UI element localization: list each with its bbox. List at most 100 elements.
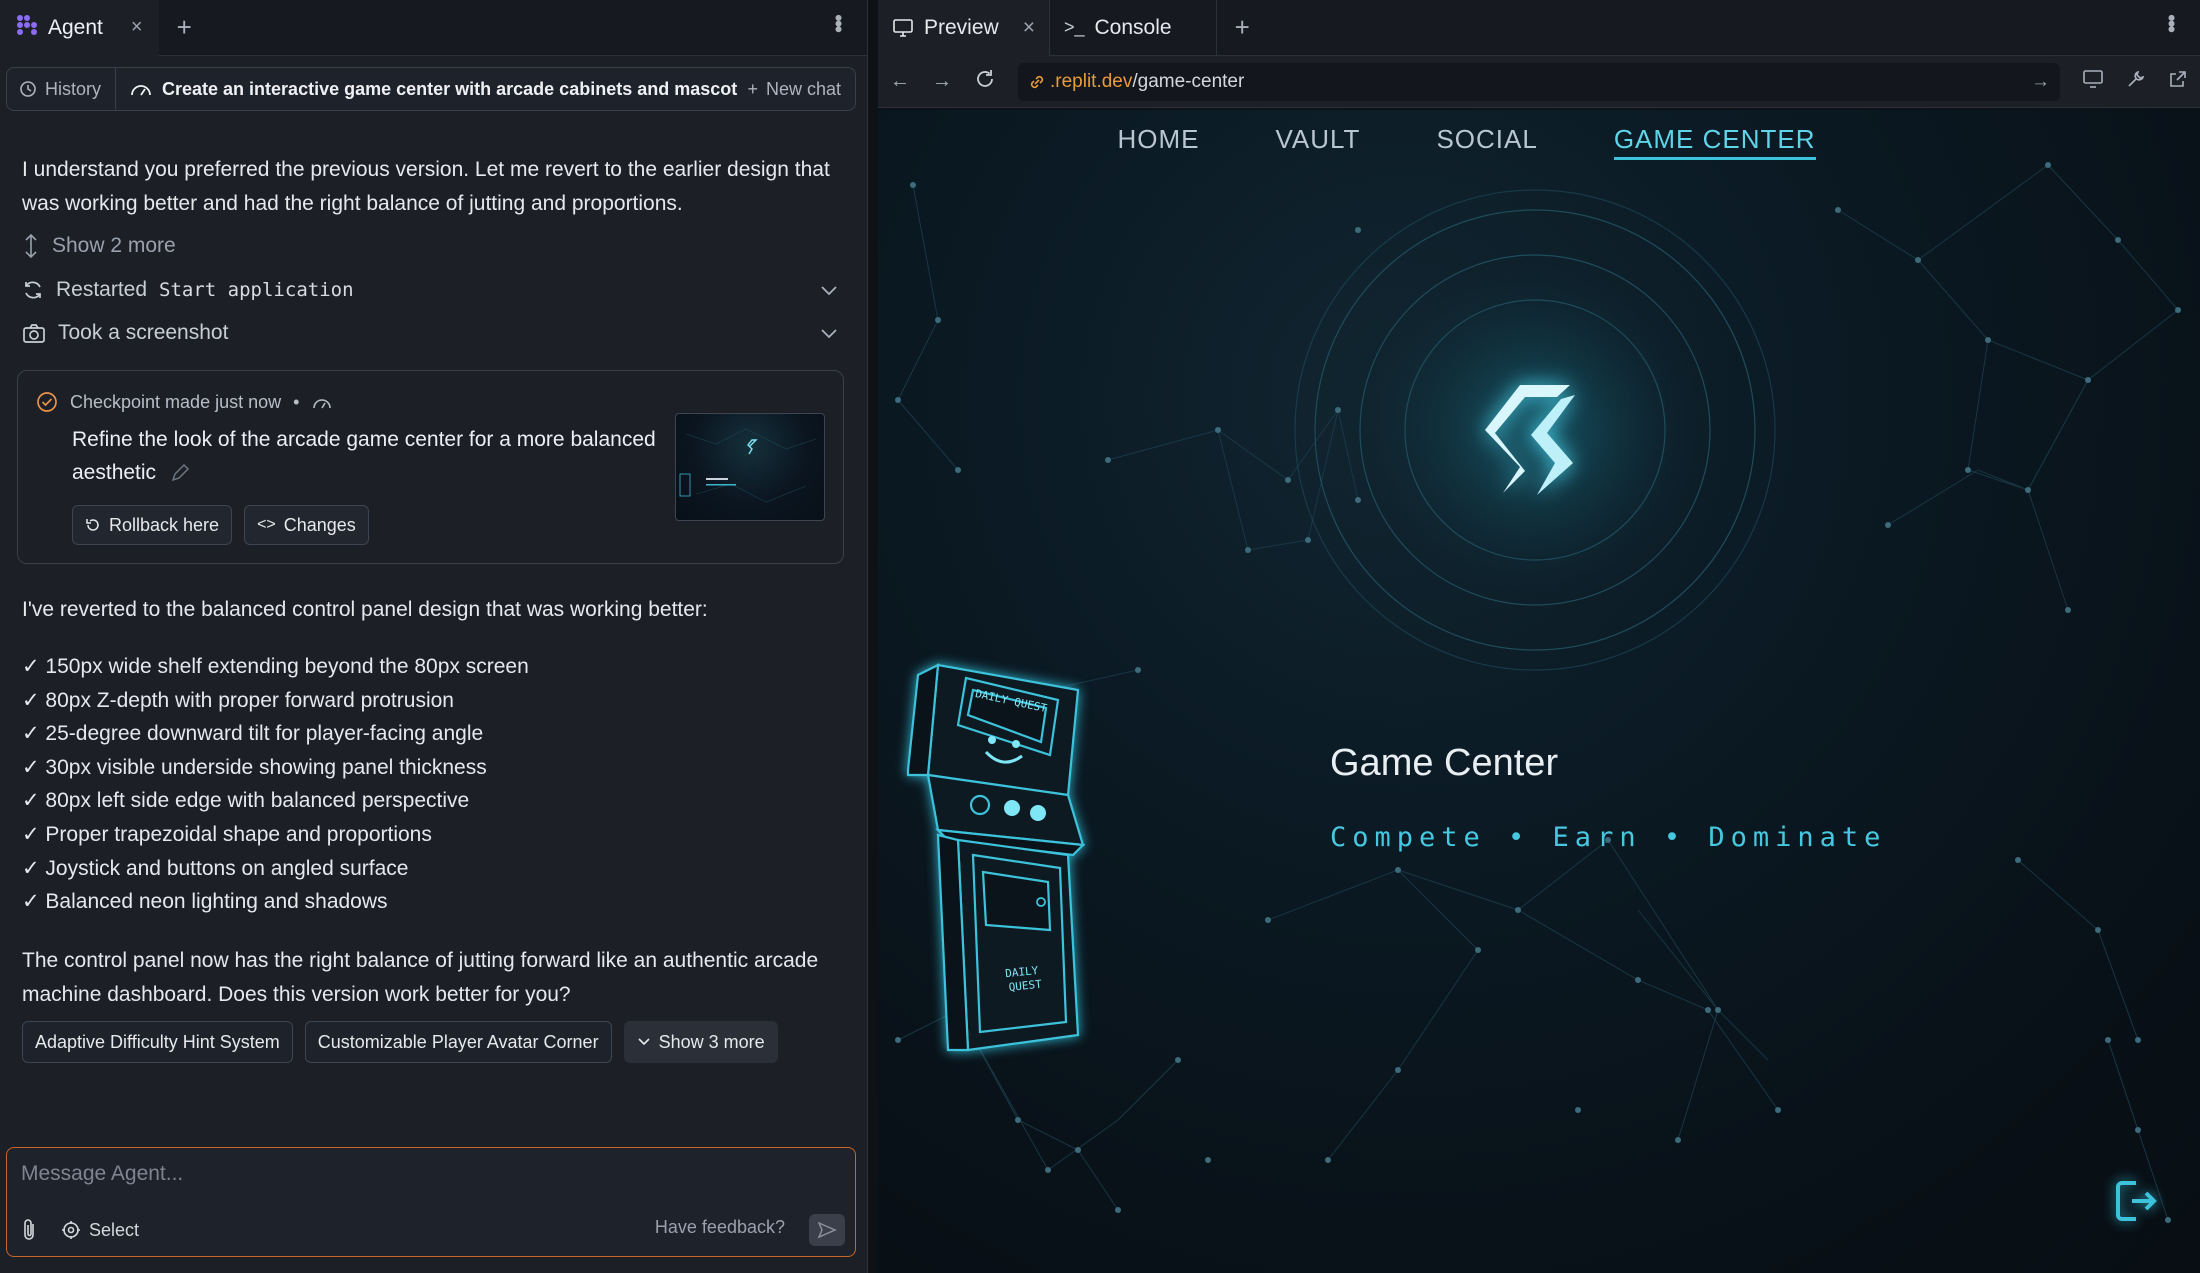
url-path: /game-center [1132, 70, 1245, 92]
chat-title-text: Create an interactive game center with a… [162, 78, 738, 99]
link-icon [1030, 75, 1044, 88]
message-composer: Message Agent... Select Have feedback? [6, 1147, 856, 1257]
nav-vault[interactable]: VAULT [1275, 124, 1360, 160]
agent-message-reverted: I've reverted to the balanced control pa… [22, 598, 708, 621]
camera-icon [23, 324, 45, 343]
show-more-label: Show 2 more [52, 234, 176, 257]
code-icon: <> [257, 516, 276, 533]
check-circle-icon [37, 392, 57, 412]
list-item: ✓ 25-degree downward tilt for player-fac… [22, 722, 484, 746]
agent-message-intro: I understand you preferred the previous … [22, 158, 830, 215]
chat-title[interactable]: Create an interactive game center with a… [116, 79, 747, 100]
tab-preview[interactable]: Preview × [878, 0, 1050, 56]
tab-agent[interactable]: Agent × [0, 0, 159, 56]
list-item: ✓ 80px Z-depth with proper forward protr… [22, 688, 454, 712]
show-more-toggle[interactable]: Show 2 more [22, 233, 838, 259]
rollback-button[interactable]: Rollback here [72, 505, 233, 545]
paperclip-icon[interactable] [21, 1218, 39, 1242]
close-icon[interactable]: × [1023, 16, 1035, 40]
tab-agent-label: Agent [48, 15, 103, 39]
preview-pane: Preview × >_ Console + ••• ← → .replit.d… [878, 0, 2200, 1273]
nav-game-center[interactable]: GAME CENTER [1613, 124, 1816, 160]
forward-arrow-icon[interactable]: → [932, 70, 952, 93]
history-icon [20, 81, 36, 97]
device-preview-icon[interactable] [2082, 69, 2104, 95]
nav-social[interactable]: SOCIAL [1436, 124, 1537, 160]
list-item: ✓ 150px wide shelf extending beyond the … [22, 655, 529, 678]
expand-vertical-icon [25, 233, 37, 259]
more-menu-icon[interactable]: ••• [825, 14, 851, 31]
tab-console-label: Console [1094, 15, 1172, 39]
chat-header: History Create an interactive game cente… [6, 67, 856, 111]
monitor-icon [893, 18, 913, 37]
list-item: ✓ 80px left side edge with balanced pers… [22, 789, 470, 813]
suggestion-chip[interactable]: Adaptive Difficulty Hint System [22, 1021, 293, 1063]
show-more-suggestions-button[interactable]: Show 3 more [623, 1021, 778, 1063]
more-menu-icon[interactable]: ••• [2158, 14, 2184, 31]
changes-label: Changes [283, 514, 356, 535]
composer-tools: Select [21, 1218, 139, 1242]
new-chat-button[interactable]: + New chat [747, 79, 855, 100]
site-nav: HOME VAULT SOCIAL GAME CENTER [878, 124, 2200, 160]
checkpoint-bullet: • [293, 391, 300, 412]
checkpoint-header-text: Checkpoint made just now [70, 391, 282, 412]
chevron-down-icon[interactable] [820, 323, 838, 344]
tab-console[interactable]: >_ Console [1050, 0, 1217, 56]
edit-pencil-icon[interactable] [170, 463, 190, 483]
select-button[interactable]: Select [61, 1220, 139, 1241]
checkpoint-thumbnail[interactable] [675, 413, 825, 521]
suggestion-chip[interactable]: Customizable Player Avatar Corner [304, 1021, 612, 1063]
send-button[interactable] [809, 1214, 845, 1246]
address-bar[interactable]: .replit.dev /game-center → [1018, 62, 2060, 101]
restarted-action[interactable]: Restarted Start application [22, 278, 838, 302]
reload-icon[interactable] [974, 68, 996, 96]
select-label: Select [89, 1219, 140, 1240]
go-arrow-icon[interactable]: → [2031, 71, 2050, 93]
agent-pane: Agent × + ••• History Create an interact… [0, 0, 868, 1273]
exit-button[interactable] [2114, 1179, 2160, 1228]
browser-toolbar: ← → .replit.dev /game-center → [878, 56, 2200, 108]
rollback-label: Rollback here [109, 514, 220, 535]
brand-logo-icon [1485, 385, 1575, 495]
chevron-down-icon[interactable] [820, 280, 838, 301]
preview-tabbar: Preview × >_ Console + ••• [878, 0, 2200, 56]
screenshot-label: Took a screenshot [58, 321, 229, 344]
tab-preview-label: Preview [924, 15, 999, 39]
history-label: History [45, 78, 102, 99]
close-icon[interactable]: × [131, 16, 143, 39]
nav-home[interactable]: HOME [1117, 124, 1199, 160]
rollback-icon [86, 519, 99, 531]
page-title: Game Center [1330, 742, 1559, 784]
list-item: ✓ Balanced neon lighting and shadows [22, 890, 388, 914]
agent-message-closing: The control panel now has the right bala… [22, 949, 819, 1006]
agent-tabbar: Agent × + ••• [0, 0, 867, 56]
list-item: ✓ 30px visible underside showing panel t… [22, 755, 487, 779]
checkpoint-description: Refine the look of the arcade game cente… [72, 423, 672, 489]
terminal-icon: >_ [1063, 17, 1085, 37]
changes-button[interactable]: <> Changes [244, 505, 369, 545]
agent-logo-icon [16, 14, 38, 42]
checkpoint-actions: Rollback here <> Changes [72, 505, 369, 545]
add-tab-button[interactable]: + [159, 12, 210, 43]
change-list: ✓ 150px wide shelf extending beyond the … [22, 650, 529, 919]
back-arrow-icon[interactable]: ← [890, 70, 910, 93]
page-subtitle: Compete • Earn • Dominate [1330, 822, 1887, 853]
checkpoint-description-text: Refine the look of the arcade game cente… [72, 428, 656, 484]
exit-icon [2116, 1181, 2157, 1221]
url-host: .replit.dev [1050, 70, 1133, 92]
devtools-wrench-icon[interactable] [2126, 69, 2146, 95]
suggestion-chips: Adaptive Difficulty Hint System Customiz… [22, 1021, 778, 1063]
open-new-tab-icon[interactable] [2168, 69, 2188, 95]
target-icon [62, 1221, 80, 1239]
refresh-icon [25, 281, 41, 299]
feedback-link[interactable]: Have feedback? [655, 1217, 785, 1238]
plus-icon: + [747, 78, 758, 99]
restarted-command: Start application [159, 279, 354, 301]
gauge-icon [313, 399, 332, 409]
history-button[interactable]: History [7, 68, 117, 110]
new-chat-label: New chat [765, 78, 841, 99]
arcade-cabinet[interactable]: DAILY QUEST DAILY QUEST [878, 660, 1118, 1100]
add-tab-button[interactable]: + [1217, 12, 1268, 43]
message-input[interactable]: Message Agent... [21, 1162, 183, 1186]
screenshot-action[interactable]: Took a screenshot [22, 321, 838, 345]
